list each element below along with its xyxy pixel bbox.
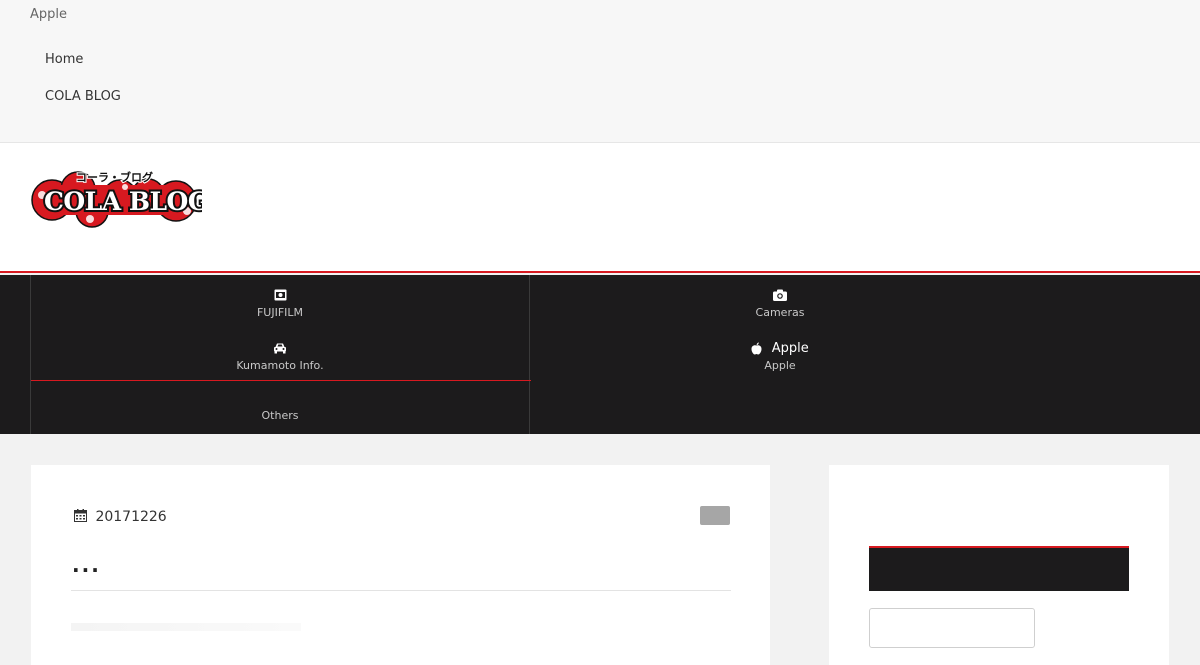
- category-label: Apple: [764, 359, 796, 372]
- category-cameras[interactable]: Cameras: [530, 288, 1030, 319]
- apple-icon: [751, 342, 762, 355]
- post-title[interactable]: ...: [72, 553, 101, 577]
- category-nav: FUJIFILM Cameras Kumamoto Info. Apple Ap…: [0, 275, 1200, 434]
- site-logo[interactable]: COLA BLOG コーラ・ブログ: [30, 167, 202, 229]
- nav-link-home[interactable]: Home: [45, 52, 83, 67]
- category-label: Cameras: [755, 306, 805, 319]
- category-fujifilm[interactable]: FUJIFILM: [30, 288, 530, 319]
- site-tagline: Apple: [30, 7, 68, 22]
- nav-link-cola-blog[interactable]: COLA BLOG: [45, 89, 121, 104]
- widget-input[interactable]: [869, 608, 1035, 648]
- category-label: Others: [261, 409, 299, 422]
- category-separator: [31, 380, 531, 381]
- calendar-icon: [74, 509, 87, 522]
- apple-icon-row: Apple: [530, 341, 1030, 357]
- logo-wordmark: COLA BLOG: [44, 187, 202, 216]
- category-label: FUJIFILM: [256, 306, 304, 319]
- top-bar: Apple Home COLA BLOG: [0, 0, 1200, 143]
- category-apple[interactable]: Apple Apple: [530, 341, 1030, 372]
- article-card: 20171226 ...: [31, 465, 770, 665]
- post-date-text: 20171226: [95, 509, 167, 525]
- sidebar: [829, 465, 1169, 665]
- category-kumamoto-info[interactable]: Kumamoto Info.: [30, 341, 530, 372]
- car-icon: [30, 341, 530, 357]
- widget-title-bar: [869, 546, 1129, 591]
- camera-icon: [530, 288, 1030, 304]
- category-others[interactable]: Others: [30, 409, 530, 422]
- post-date: 20171226: [74, 509, 167, 525]
- film-camera-icon: [30, 288, 530, 304]
- apple-icon-label: Apple: [771, 341, 809, 356]
- category-badge[interactable]: [700, 506, 730, 525]
- category-label: Kumamoto Info.: [236, 359, 324, 372]
- site-header: COLA BLOG コーラ・ブログ: [0, 143, 1200, 273]
- logo-kana: コーラ・ブログ: [76, 170, 153, 184]
- title-divider: [71, 590, 731, 591]
